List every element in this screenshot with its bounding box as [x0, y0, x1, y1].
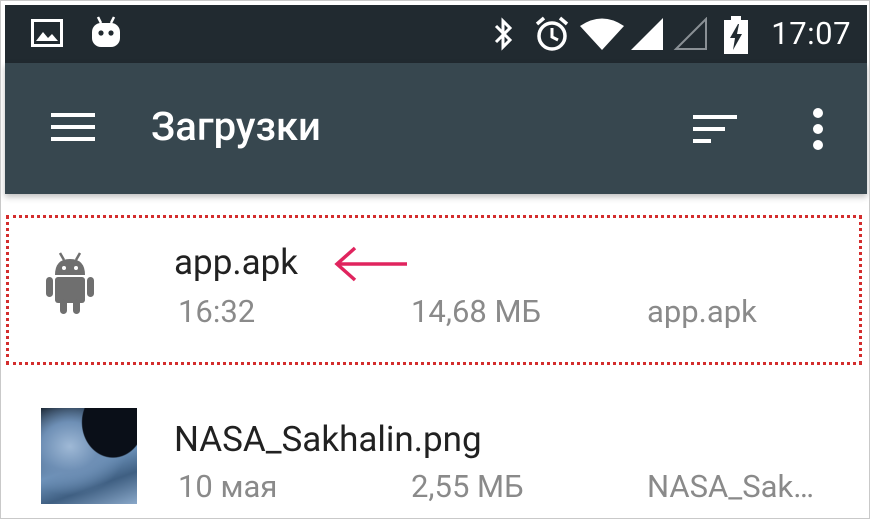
file-summary: NASA_Sak…: [647, 468, 814, 505]
signal-empty-icon: [673, 16, 709, 55]
file-summary: app.apk: [647, 293, 757, 330]
signal-icon: [629, 17, 665, 55]
arrow-left-icon: [331, 244, 411, 288]
file-name: app.apk: [174, 242, 299, 283]
bluetooth-icon: [493, 17, 515, 55]
file-name: NASA_Sakhalin.png: [174, 419, 482, 460]
android-icon: [45, 251, 95, 319]
battery-charging-icon: [723, 15, 749, 59]
page-title: Загрузки: [151, 103, 321, 150]
image-thumbnail: [41, 408, 137, 504]
sort-icon[interactable]: [691, 111, 741, 151]
list-item-app-apk[interactable]: [5, 215, 867, 367]
alarm-icon: [533, 15, 571, 57]
file-size: 2,55 МБ: [411, 468, 524, 505]
status-time: 17:07: [771, 15, 851, 52]
status-bar: 17:07: [5, 5, 867, 63]
file-time: 16:32: [178, 293, 256, 330]
file-time: 10 мая: [178, 468, 278, 505]
image-icon: [31, 19, 63, 51]
android-robot-icon: [89, 15, 123, 53]
toolbar: Загрузки: [5, 63, 867, 194]
file-size: 14,68 МБ: [411, 293, 542, 330]
wifi-icon: [579, 17, 625, 55]
menu-icon[interactable]: [49, 109, 99, 149]
more-vert-icon[interactable]: [803, 105, 833, 155]
screenshot-frame: 17:07 Загрузки app.apk 16:32 14,68 МБ ap…: [0, 0, 870, 519]
